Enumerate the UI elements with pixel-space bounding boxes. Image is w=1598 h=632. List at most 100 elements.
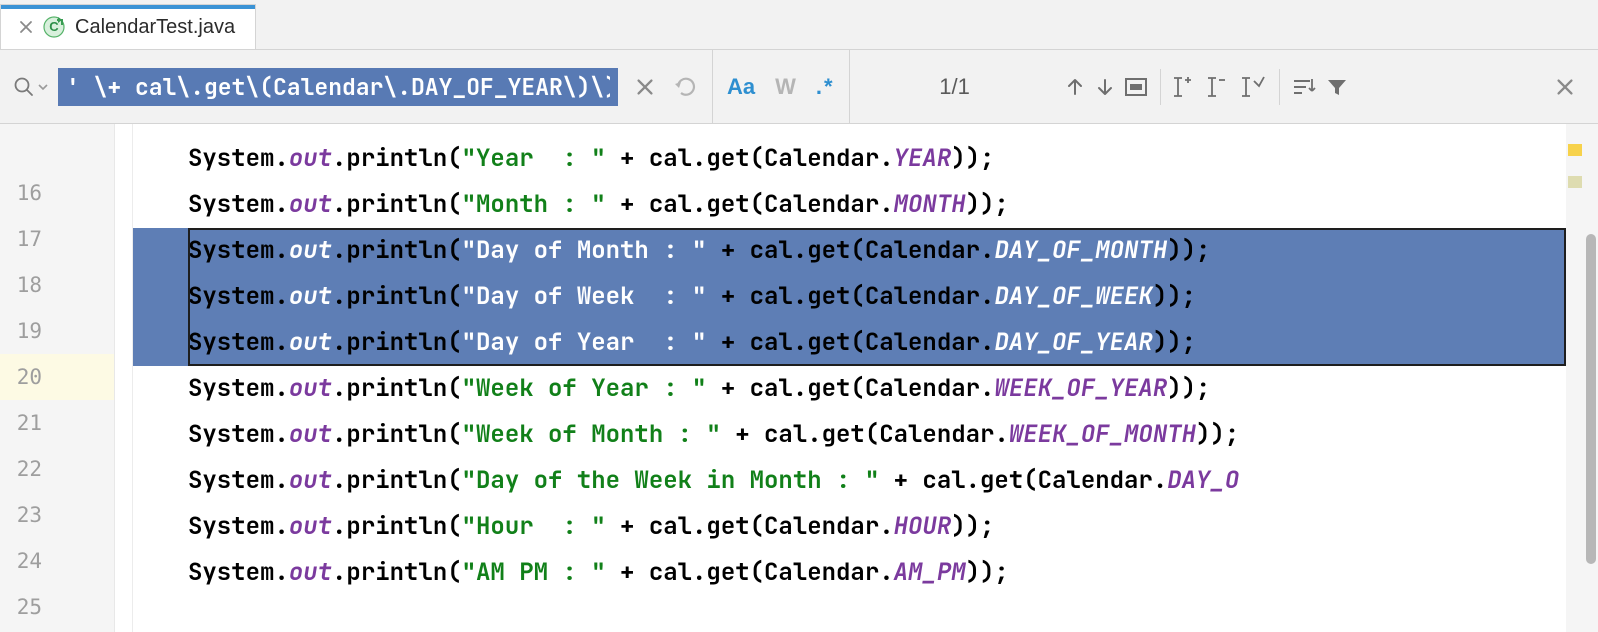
select-all-icon[interactable] [1120,72,1152,102]
code-token: + cal.get(Calendar. [706,327,994,358]
match-count: 1/1 [850,74,1060,100]
code-line[interactable]: System.out.println("Day of Week : " + ca… [133,274,1566,320]
select-all-occurrences-icon[interactable] [1237,71,1271,103]
clear-search-icon[interactable] [636,78,654,96]
words-toggle[interactable]: W [775,74,796,100]
error-stripe[interactable] [1566,124,1584,632]
code-token-field: out [289,419,332,450]
code-token-string: "Month : " [462,189,606,220]
code-line[interactable]: System.out.println("Month : " + cal.get(… [133,182,1566,228]
code-token-field: out [289,281,332,312]
code-token-string: "Year : " [462,143,606,174]
code-area[interactable]: System.out.println("Year : " + cal.get(C… [133,124,1566,632]
code-token: )); [1196,419,1239,450]
code-token: .println( [332,235,462,266]
code-token-field: out [289,189,332,220]
line-number: 18 [0,262,114,308]
code-token: .println( [332,557,462,588]
search-options: Aa W .* [712,50,850,123]
filter-list-icon[interactable] [1288,72,1322,102]
code-token-field: out [289,557,332,588]
code-token: System. [188,327,289,358]
match-case-toggle[interactable]: Aa [727,74,755,100]
code-token: )); [1153,327,1196,358]
tab-close-icon[interactable] [19,20,33,34]
code-token-constant: WEEK_OF_MONTH [1009,419,1196,450]
search-dropdown-icon[interactable] [38,75,48,99]
code-token: .println( [332,281,462,312]
code-token-constant: HOUR [894,511,952,542]
code-token: System. [188,235,289,266]
line-number: 22 [0,446,114,492]
code-line[interactable]: System.out.println("Day of Year : " + ca… [133,320,1566,366]
code-token: System. [188,189,289,220]
code-token: .println( [332,143,462,174]
code-token: + cal.get(Calendar. [721,419,1009,450]
code-token: )); [1167,373,1210,404]
search-history-icon[interactable] [672,74,698,100]
code-line[interactable]: System.out.println("Week of Month : " + … [133,412,1566,458]
filter-icon[interactable] [1322,72,1352,102]
line-number-gutter: 16171819202122232425 [0,124,115,632]
code-token-field: out [289,511,332,542]
code-line[interactable]: System.out.println("AM PM : " + cal.get(… [133,550,1566,596]
scrollbar-thumb[interactable] [1586,234,1596,564]
code-token: + cal.get(Calendar. [879,465,1167,496]
line-number: 24 [0,538,114,584]
line-number: 23 [0,492,114,538]
add-selection-icon[interactable] [1169,71,1203,103]
code-token-field: out [289,465,332,496]
code-token: + cal.get(Calendar. [606,143,894,174]
code-token: System. [188,419,289,450]
code-token: System. [188,511,289,542]
find-toolbar: Aa W .* 1/1 [0,50,1598,124]
code-token-constant: MONTH [894,189,966,220]
code-token: .println( [332,465,462,496]
code-token: System. [188,373,289,404]
editor-surface[interactable]: 16171819202122232425 System.out.println(… [0,124,1598,632]
code-token-string: "Day of the Week in Month : " [462,465,880,496]
close-find-icon[interactable] [1552,74,1578,100]
code-token-constant: YEAR [894,143,952,174]
prev-match-icon[interactable] [1060,72,1090,102]
code-token-string: "Week of Month : " [462,419,721,450]
line-number: 20 [0,354,114,400]
code-line[interactable]: System.out.println("Year : " + cal.get(C… [133,136,1566,182]
code-token: System. [188,465,289,496]
code-token-string: "Hour : " [462,511,606,542]
code-token: )); [951,511,994,542]
code-line[interactable]: System.out.println("Hour : " + cal.get(C… [133,504,1566,550]
code-token: + cal.get(Calendar. [606,189,894,220]
code-token: .println( [332,189,462,220]
code-token: )); [951,143,994,174]
regex-toggle[interactable]: .* [816,74,835,100]
line-number: 16 [0,170,114,216]
remove-selection-icon[interactable] [1203,71,1237,103]
code-line[interactable]: System.out.println("Week of Year : " + c… [133,366,1566,412]
search-icon[interactable] [12,75,36,99]
code-token: .println( [332,327,462,358]
code-token: + cal.get(Calendar. [606,557,894,588]
code-token-string: "Week of Year : " [462,373,707,404]
vertical-scrollbar[interactable] [1584,124,1598,632]
code-line[interactable]: System.out.println("Day of Month : " + c… [133,228,1566,274]
editor-tabs: C CalendarTest.java [0,0,1598,50]
next-match-icon[interactable] [1090,72,1120,102]
code-line[interactable]: System.out.println("Day of the Week in M… [133,458,1566,504]
code-token-constant: DAY_OF_YEAR [994,327,1152,358]
code-token: + cal.get(Calendar. [706,373,994,404]
code-token: + cal.get(Calendar. [706,281,994,312]
code-token-string: "Day of Month : " [462,235,707,266]
svg-text:C: C [49,19,59,34]
code-token-string: "Day of Year : " [462,327,707,358]
line-number: 25 [0,584,114,630]
code-token: .println( [332,511,462,542]
code-token-field: out [289,235,332,266]
tab-filename: CalendarTest.java [75,16,235,39]
hint-marker[interactable] [1568,176,1582,188]
find-input[interactable] [58,68,618,106]
code-token-field: out [289,327,332,358]
code-token: + cal.get(Calendar. [706,235,994,266]
warning-marker[interactable] [1568,144,1582,156]
file-tab[interactable]: C CalendarTest.java [0,4,256,49]
